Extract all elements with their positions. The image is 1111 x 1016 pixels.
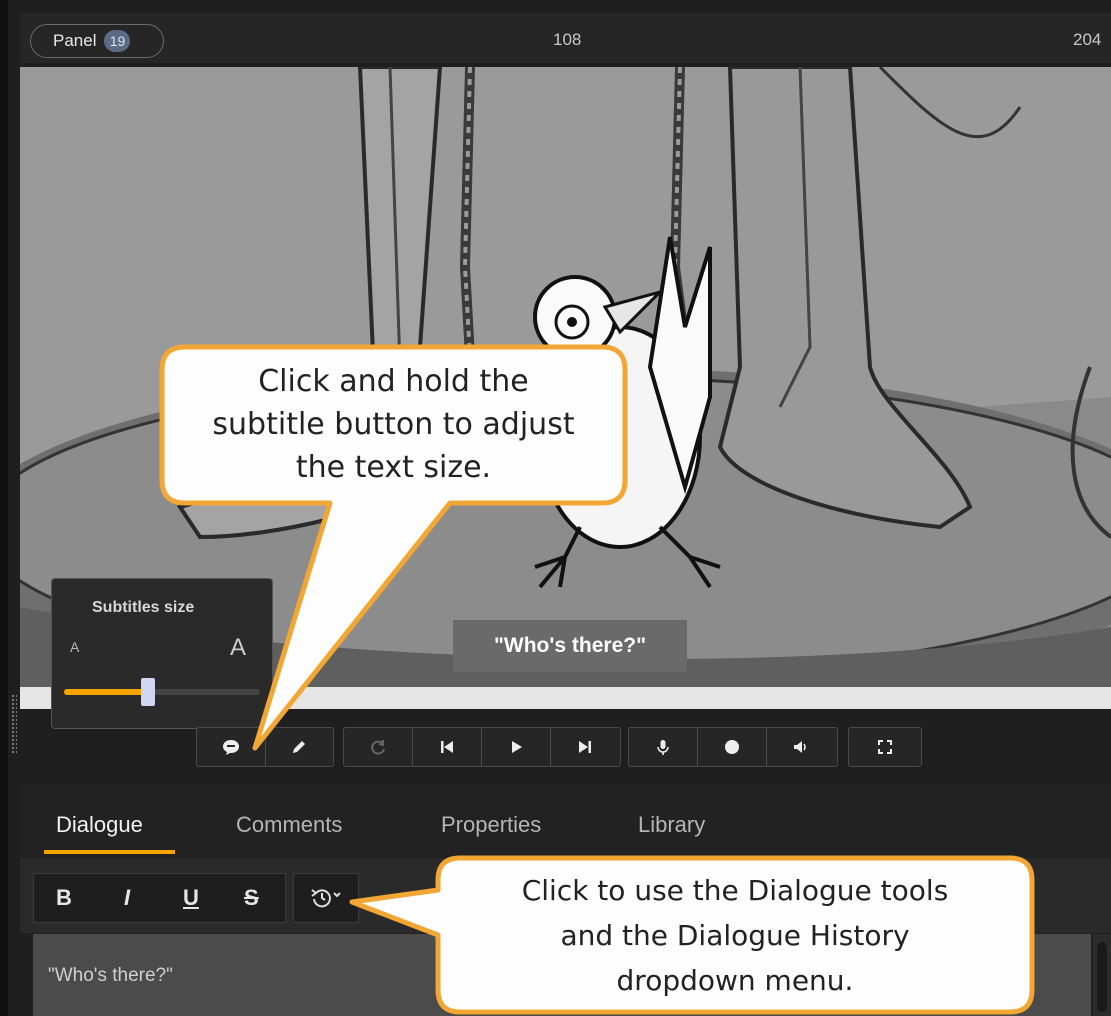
dialogue-tools-callout-text: Click to use the Dialogue tools and the … <box>438 868 1032 1003</box>
subtitle-callout-line-3: the text size. <box>295 450 492 485</box>
subtitle-callout-line-2: subtitle button to adjust <box>212 407 575 442</box>
callout-bubbles <box>159 344 1035 1015</box>
dialogue-tools-callout-line-1: Click to use the Dialogue tools <box>521 874 949 907</box>
subtitle-callout-text: Click and hold the subtitle button to ad… <box>162 360 625 489</box>
dialogue-tools-callout-line-2: and the Dialogue History <box>560 919 910 952</box>
dialogue-tools-callout-line-3: dropdown menu. <box>616 964 854 997</box>
subtitle-callout-line-1: Click and hold the <box>258 364 529 399</box>
